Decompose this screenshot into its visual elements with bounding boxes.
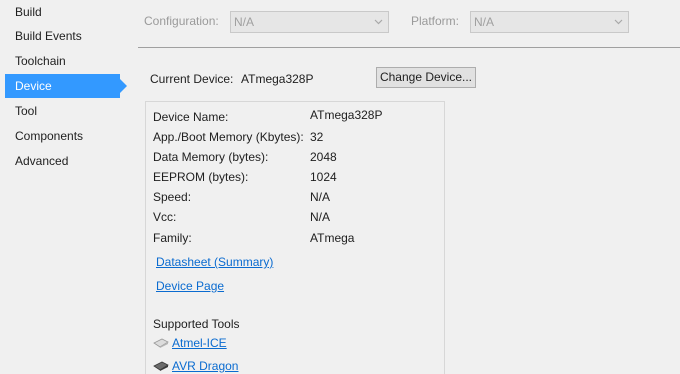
configuration-dropdown[interactable]: N/A <box>230 11 389 33</box>
project-properties-window: Build Build Events Toolchain Device Tool… <box>0 0 680 374</box>
tool-link-atmel-ice[interactable]: Atmel-ICE <box>172 336 227 350</box>
platform-label: Platform: <box>411 14 460 28</box>
sidebar-item-build[interactable]: Build <box>5 0 120 24</box>
supported-tools-title: Supported Tools <box>153 317 240 331</box>
sidebar-item-tool[interactable]: Tool <box>5 99 120 123</box>
tool-link-avr-dragon[interactable]: AVR Dragon <box>172 359 238 373</box>
avr-dragon-icon <box>153 361 169 371</box>
data-memory-label: Data Memory (bytes): <box>153 150 269 164</box>
family-value: ATmega <box>310 231 355 245</box>
chevron-down-icon <box>614 19 623 25</box>
device-name-value: ATmega328P <box>310 108 383 122</box>
current-device-value: ATmega328P <box>241 72 314 86</box>
configuration-label: Configuration: <box>144 14 219 28</box>
platform-value: N/A <box>474 15 495 29</box>
atmel-ice-icon <box>153 338 169 348</box>
datasheet-link[interactable]: Datasheet (Summary) <box>156 255 273 269</box>
sidebar-item-build-events[interactable]: Build Events <box>5 24 120 48</box>
current-device-label: Current Device: <box>150 72 234 86</box>
app-boot-memory-value: 32 <box>310 130 324 144</box>
sidebar: Build Build Events Toolchain Device Tool… <box>0 0 130 374</box>
sidebar-item-toolchain[interactable]: Toolchain <box>5 49 120 73</box>
speed-label: Speed: <box>153 190 192 204</box>
chevron-down-icon <box>374 19 383 25</box>
data-memory-value: 2048 <box>310 150 337 164</box>
speed-value: N/A <box>310 190 331 204</box>
eeprom-value: 1024 <box>310 170 337 184</box>
vcc-label: Vcc: <box>153 210 177 224</box>
change-device-button[interactable]: Change Device... <box>376 67 476 88</box>
eeprom-label: EEPROM (bytes): <box>153 170 249 184</box>
sidebar-item-advanced[interactable]: Advanced <box>5 149 120 173</box>
sidebar-item-device[interactable]: Device <box>5 74 127 98</box>
divider <box>138 47 680 48</box>
sidebar-item-components[interactable]: Components <box>5 124 120 148</box>
platform-dropdown[interactable]: N/A <box>470 11 629 33</box>
device-name-label: Device Name: <box>153 110 229 124</box>
configuration-value: N/A <box>234 15 255 29</box>
device-page-link[interactable]: Device Page <box>156 279 224 293</box>
vcc-value: N/A <box>310 210 331 224</box>
app-boot-memory-label: App./Boot Memory (Kbytes): <box>153 130 304 144</box>
family-label: Family: <box>153 231 192 245</box>
